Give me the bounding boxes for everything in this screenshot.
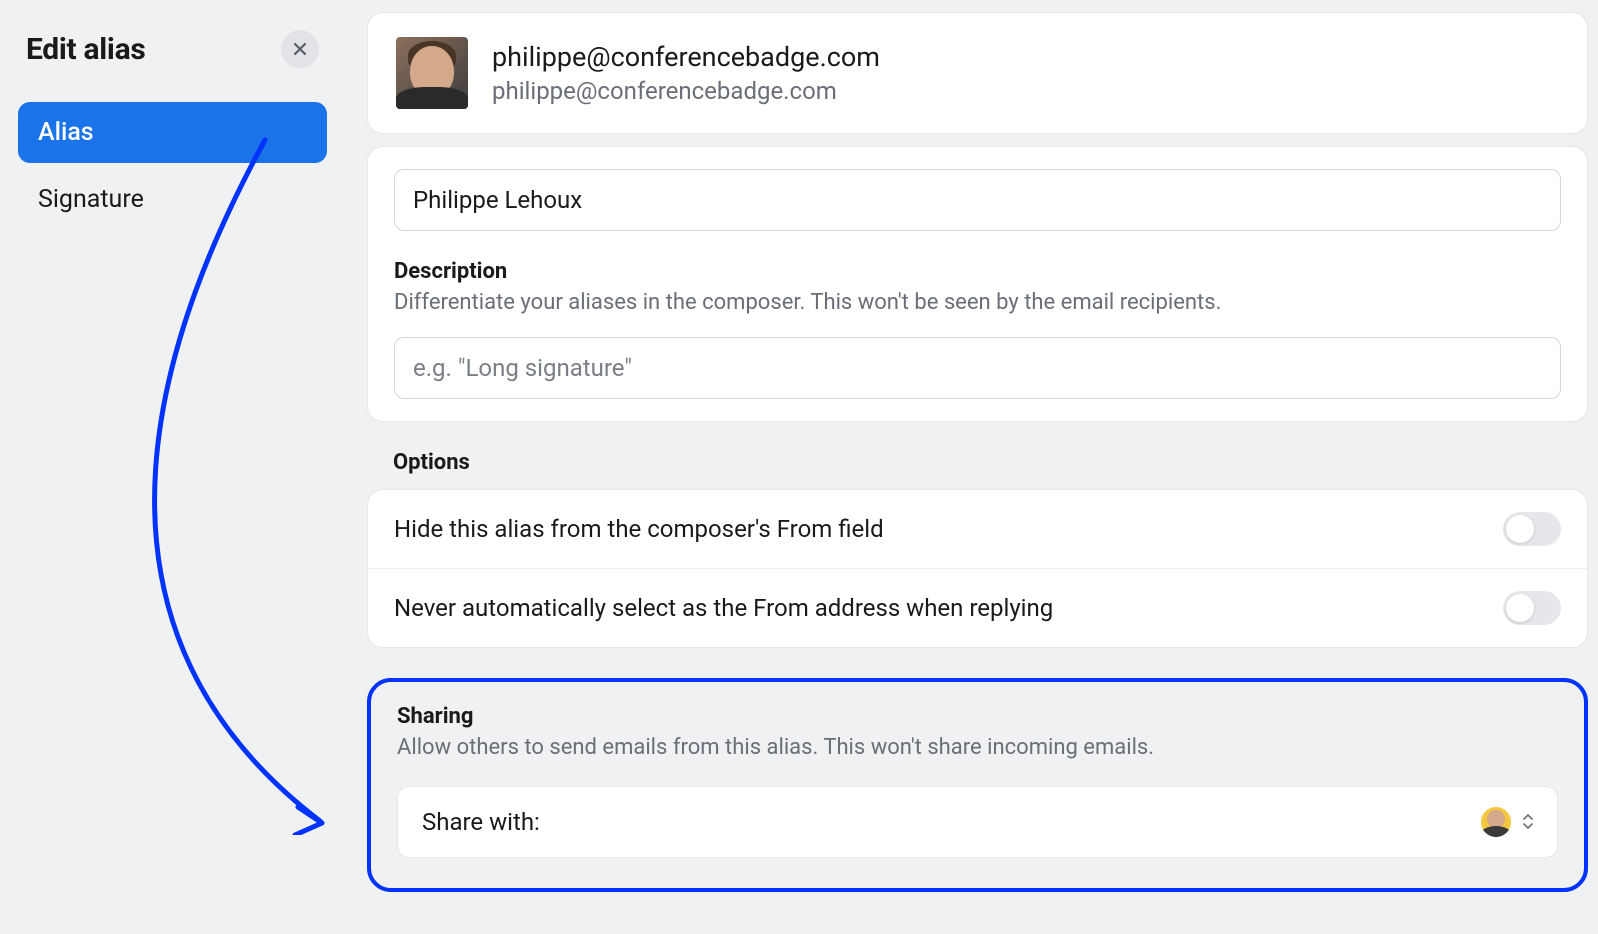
- option-label: Hide this alias from the composer's From…: [394, 515, 884, 543]
- alias-header-card: philippe@conferencebadge.com philippe@co…: [367, 12, 1588, 134]
- alias-email-main: philippe@conferencebadge.com: [492, 41, 880, 73]
- sidebar-header: Edit alias: [18, 30, 327, 68]
- page-title: Edit alias: [26, 32, 145, 67]
- details-card: Description Differentiate your aliases i…: [367, 146, 1588, 422]
- option-label: Never automatically select as the From a…: [394, 594, 1053, 622]
- main-content: philippe@conferencebadge.com philippe@co…: [345, 0, 1598, 934]
- sharing-title: Sharing: [397, 704, 1558, 729]
- share-with-control: [1481, 807, 1533, 837]
- description-help: Differentiate your aliases in the compos…: [394, 288, 1561, 319]
- option-hide-from-composer: Hide this alias from the composer's From…: [368, 490, 1587, 568]
- updown-chevron-icon: [1523, 814, 1533, 829]
- close-icon: [292, 41, 308, 57]
- toggle-never-auto-select[interactable]: [1503, 591, 1561, 625]
- shared-user-avatar: [1481, 807, 1511, 837]
- sharing-section-highlight: Sharing Allow others to send emails from…: [367, 678, 1588, 892]
- options-list: Hide this alias from the composer's From…: [367, 489, 1588, 648]
- sidebar: Edit alias Alias Signature: [0, 0, 345, 934]
- description-label: Description: [394, 259, 1561, 284]
- alias-email-sub: philippe@conferencebadge.com: [492, 77, 880, 105]
- options-title: Options: [367, 450, 1588, 475]
- share-with-row[interactable]: Share with:: [397, 786, 1558, 858]
- alias-header-text: philippe@conferencebadge.com philippe@co…: [492, 41, 880, 105]
- share-with-label: Share with:: [422, 808, 540, 836]
- description-input[interactable]: [394, 337, 1561, 399]
- tab-alias[interactable]: Alias: [18, 102, 327, 163]
- close-button[interactable]: [281, 30, 319, 68]
- description-group: Description Differentiate your aliases i…: [394, 259, 1561, 399]
- name-input[interactable]: [394, 169, 1561, 231]
- option-never-auto-select: Never automatically select as the From a…: [368, 568, 1587, 647]
- toggle-knob: [1506, 515, 1534, 543]
- sharing-help: Allow others to send emails from this al…: [397, 733, 1558, 764]
- avatar: [396, 37, 468, 109]
- toggle-hide-from-composer[interactable]: [1503, 512, 1561, 546]
- tab-signature[interactable]: Signature: [18, 169, 327, 230]
- toggle-knob: [1506, 594, 1534, 622]
